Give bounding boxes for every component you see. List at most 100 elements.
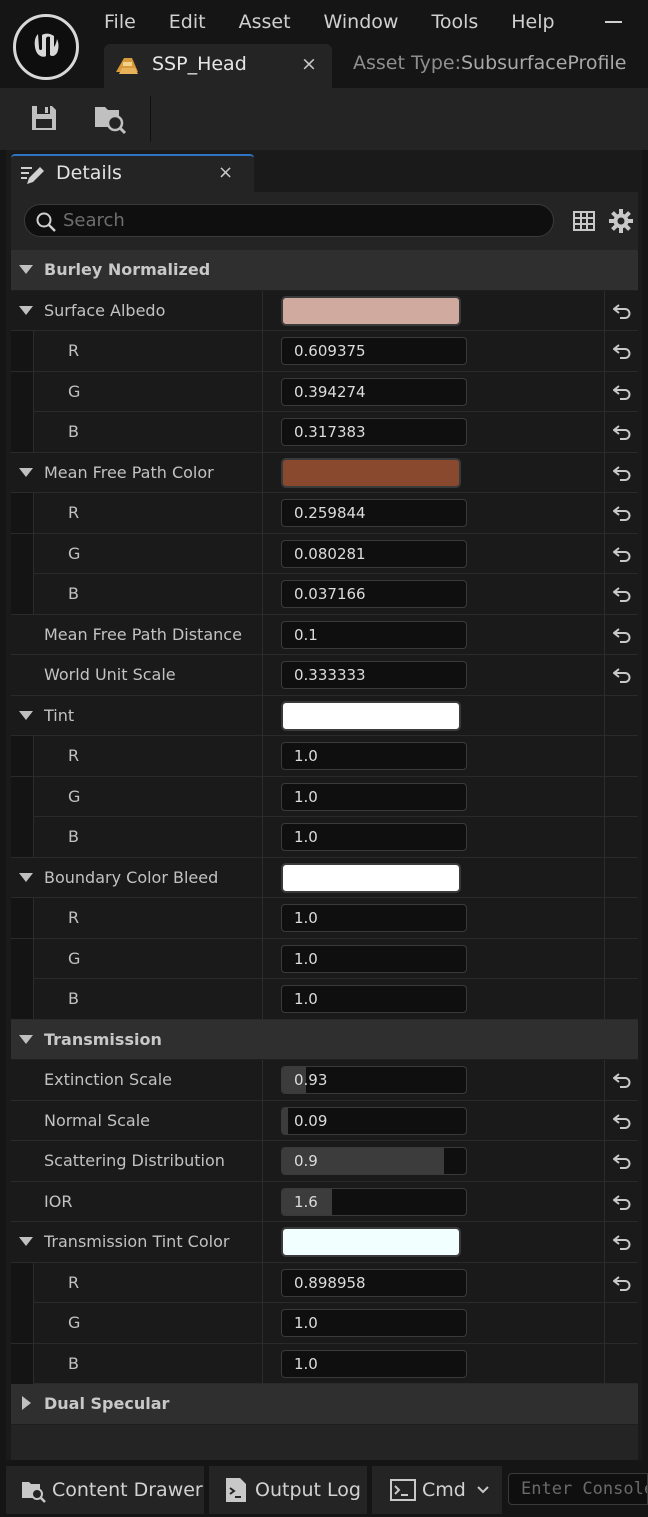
reset-to-default-icon[interactable] xyxy=(612,1233,631,1255)
collapsed-arrow-icon[interactable] xyxy=(22,1396,31,1410)
asset-editor-tab[interactable]: SSP_Head × xyxy=(104,44,332,88)
property-label: G xyxy=(68,948,81,968)
value-input[interactable]: 1.0 xyxy=(281,742,467,770)
minimize-button[interactable] xyxy=(598,8,628,36)
value-input[interactable]: 1.0 xyxy=(281,1309,467,1337)
reset-to-default-icon[interactable] xyxy=(612,1112,631,1134)
reset-to-default-icon[interactable] xyxy=(612,302,631,324)
asset-type-value: SubsurfaceProfile xyxy=(461,52,627,74)
value-input[interactable]: 1.0 xyxy=(281,1349,467,1378)
table-view-icon[interactable] xyxy=(573,211,595,231)
value-input[interactable]: 0.259844 xyxy=(281,499,467,527)
output-log-button[interactable]: Output Log xyxy=(209,1466,367,1514)
property-value-cell xyxy=(262,290,604,331)
value-text: 1.0 xyxy=(294,909,318,927)
reset-to-default-icon[interactable] xyxy=(612,504,631,526)
reset-to-default-icon[interactable] xyxy=(612,1193,631,1215)
property-label: R xyxy=(68,1272,80,1292)
reset-to-default-icon[interactable] xyxy=(612,383,631,405)
value-input[interactable]: 1.0 xyxy=(281,782,467,811)
expanded-arrow-icon[interactable] xyxy=(19,305,33,315)
reset-to-default-icon[interactable] xyxy=(612,1071,631,1093)
search-input[interactable] xyxy=(63,207,543,234)
reset-to-default-icon[interactable] xyxy=(612,545,631,567)
color-swatch[interactable] xyxy=(281,862,461,893)
color-swatch[interactable] xyxy=(281,295,461,326)
menu-asset[interactable]: Asset xyxy=(239,8,291,38)
expanded-arrow-icon[interactable] xyxy=(19,467,33,477)
expanded-arrow-icon[interactable] xyxy=(19,872,33,882)
transmission-tint-color-b-row: B 1.0 xyxy=(11,1343,638,1384)
reset-cell xyxy=(604,938,638,979)
value-input[interactable]: 1.0 xyxy=(281,985,467,1013)
cmd-dropdown[interactable]: Cmd xyxy=(372,1466,502,1514)
save-button[interactable] xyxy=(26,100,62,136)
value-input[interactable]: 0.317383 xyxy=(281,418,467,446)
details-tab[interactable]: Details × xyxy=(11,154,254,192)
property-transmission-tint-color: Transmission Tint Color xyxy=(11,1222,638,1263)
chevron-down-icon xyxy=(477,1486,489,1494)
category-burley-normalized[interactable]: Burley Normalized xyxy=(11,250,638,291)
reset-cell xyxy=(604,898,638,938)
value-input[interactable]: 0.898958 xyxy=(281,1268,467,1297)
value-input[interactable]: 1.0 xyxy=(281,944,467,973)
color-swatch[interactable] xyxy=(281,457,461,488)
value-input[interactable]: 0.037166 xyxy=(281,580,467,608)
boundary-color-bleed-g-row: G 1.0 xyxy=(11,938,638,979)
reset-to-default-icon[interactable] xyxy=(612,666,631,688)
menu-file[interactable]: File xyxy=(104,8,136,38)
property-name-cell: World Unit Scale xyxy=(11,655,261,695)
expanded-arrow-icon[interactable] xyxy=(19,710,33,720)
property-label: Mean Free Path Distance xyxy=(44,624,242,644)
reset-to-default-icon[interactable] xyxy=(612,464,631,486)
unreal-logo-icon[interactable] xyxy=(13,14,79,80)
property-name-cell: B xyxy=(11,817,261,857)
value-input[interactable]: 0.609375 xyxy=(281,337,467,365)
value-slider[interactable]: 0.09 xyxy=(281,1106,467,1135)
property-label: B xyxy=(68,1353,79,1373)
reset-cell xyxy=(604,452,638,493)
reset-to-default-icon[interactable] xyxy=(612,423,631,445)
color-swatch[interactable] xyxy=(281,1227,461,1257)
property-name-cell: B xyxy=(11,979,261,1019)
reset-cell xyxy=(604,655,638,695)
value-input[interactable]: 0.333333 xyxy=(281,661,467,689)
reset-to-default-icon[interactable] xyxy=(612,342,631,364)
console-command-input[interactable] xyxy=(508,1473,648,1505)
reset-to-default-icon[interactable] xyxy=(612,585,631,607)
category-dual-specular[interactable]: Dual Specular xyxy=(11,1384,638,1425)
menu-tools[interactable]: Tools xyxy=(431,8,478,38)
value-input[interactable]: 0.1 xyxy=(281,620,467,649)
value-input[interactable]: 1.0 xyxy=(281,823,467,851)
color-swatch[interactable] xyxy=(281,700,461,731)
menu-edit[interactable]: Edit xyxy=(169,8,206,38)
indent-bar xyxy=(11,574,34,614)
value-input[interactable]: 0.080281 xyxy=(281,539,467,568)
reset-cell xyxy=(604,736,638,776)
property-name-cell: Transmission Tint Color xyxy=(11,1222,261,1262)
value-text: 1.0 xyxy=(294,747,318,765)
value-slider[interactable]: 0.9 xyxy=(281,1147,467,1175)
content-drawer-button[interactable]: Content Drawer xyxy=(6,1466,204,1514)
asset-tab-label: SSP_Head xyxy=(152,53,247,75)
category-transmission[interactable]: Transmission xyxy=(11,1019,638,1060)
menu-help[interactable]: Help xyxy=(511,8,554,38)
expanded-arrow-icon[interactable] xyxy=(19,265,33,274)
browse-to-asset-button[interactable] xyxy=(92,100,128,136)
value-input[interactable]: 0.394274 xyxy=(281,377,467,406)
expanded-arrow-icon[interactable] xyxy=(19,1034,33,1044)
gear-icon[interactable] xyxy=(609,209,633,233)
cmd-label: Cmd xyxy=(422,1479,466,1501)
reset-to-default-icon[interactable] xyxy=(612,1274,631,1296)
close-details-button[interactable]: × xyxy=(218,162,233,183)
property-label: Scattering Distribution xyxy=(44,1151,225,1170)
value-input[interactable]: 1.0 xyxy=(281,904,467,932)
value-slider[interactable]: 0.93 xyxy=(281,1066,467,1094)
indent-bar xyxy=(11,493,34,533)
reset-to-default-icon[interactable] xyxy=(612,626,631,648)
value-slider[interactable]: 1.6 xyxy=(281,1187,467,1216)
reset-to-default-icon[interactable] xyxy=(612,1152,631,1174)
close-tab-button[interactable]: × xyxy=(299,53,319,75)
expanded-arrow-icon[interactable] xyxy=(19,1237,33,1246)
menu-window[interactable]: Window xyxy=(324,8,399,38)
